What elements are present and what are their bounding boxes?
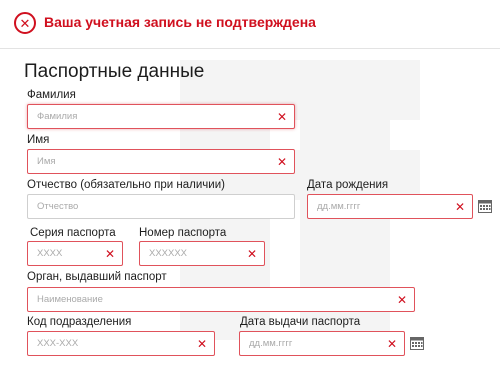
last-name-label: Фамилия	[27, 89, 76, 101]
passport-number-field: ✕	[139, 241, 265, 266]
birth-date-input[interactable]	[308, 195, 472, 218]
alert-message: Ваша учетная запись не подтверждена	[44, 14, 316, 30]
patronymic-field	[27, 194, 295, 219]
passport-series-field: ✕	[27, 241, 123, 266]
last-name-field: ✕	[27, 104, 295, 129]
passport-number-label: Номер паспорта	[139, 227, 227, 239]
first-name-label: Имя	[27, 134, 50, 146]
patronymic-label: Отчество (обязательно при наличии)	[27, 179, 225, 191]
clear-icon[interactable]: ✕	[197, 337, 207, 351]
verification-alert: ✕ Ваша учетная запись не подтверждена	[0, 0, 500, 49]
birth-date-field: ✕	[307, 194, 473, 219]
department-code-field: ✕	[27, 331, 215, 356]
department-code-input[interactable]	[28, 332, 214, 355]
issuing-authority-field: ✕	[27, 287, 415, 312]
department-code-label: Код подразделения	[27, 316, 132, 328]
clear-icon[interactable]: ✕	[455, 200, 465, 214]
clear-icon[interactable]: ✕	[277, 155, 287, 169]
clear-icon[interactable]: ✕	[277, 110, 287, 124]
clear-icon[interactable]: ✕	[397, 293, 407, 307]
issuing-authority-input[interactable]	[28, 288, 414, 311]
first-name-input[interactable]	[28, 150, 294, 173]
issue-date-label: Дата выдачи паспорта	[240, 316, 361, 328]
calendar-icon[interactable]	[478, 199, 492, 213]
first-name-field: ✕	[27, 149, 295, 174]
passport-series-label: Серия паспорта	[30, 227, 116, 239]
issue-date-field: ✕	[239, 331, 405, 356]
section-title: Паспортные данные	[24, 61, 205, 82]
passport-number-input[interactable]	[140, 242, 264, 265]
clear-icon[interactable]: ✕	[247, 247, 257, 261]
clear-icon[interactable]: ✕	[387, 337, 397, 351]
clear-icon[interactable]: ✕	[105, 247, 115, 261]
calendar-icon[interactable]	[410, 336, 424, 350]
issue-date-input[interactable]	[240, 332, 404, 355]
issuing-authority-label: Орган, выдавший паспорт	[27, 271, 167, 283]
close-circle-icon[interactable]: ✕	[14, 12, 36, 34]
patronymic-input[interactable]	[28, 195, 294, 218]
last-name-input[interactable]	[28, 105, 294, 128]
birth-date-label: Дата рождения	[307, 179, 389, 191]
